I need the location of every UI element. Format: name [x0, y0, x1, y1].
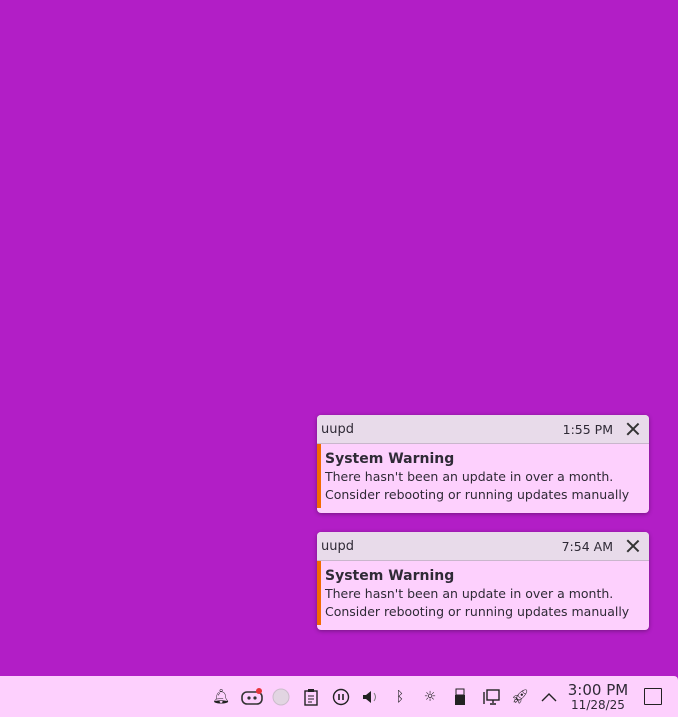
- notification-text: There hasn't been an update in over a mo…: [325, 586, 614, 601]
- notification-text: There hasn't been an update in over a mo…: [325, 469, 614, 484]
- media-pause-icon[interactable]: [332, 688, 350, 706]
- notification-title: System Warning: [325, 451, 455, 467]
- rocket-icon[interactable]: 🚀︎: [511, 688, 529, 706]
- notification-header: uupd 7:54 AM: [317, 532, 649, 561]
- notification[interactable]: uupd 7:54 AM System Warning There hasn't…: [317, 532, 649, 630]
- notification-app: uupd: [321, 421, 354, 437]
- clock-date: 11/28/25: [571, 698, 625, 712]
- taskbar: 🔔︎ ᛒ ☼ 🚀︎ 3:00 PM 11/28/25: [0, 676, 678, 717]
- volume-icon[interactable]: [361, 688, 379, 706]
- brightness-icon[interactable]: ☼: [421, 688, 439, 706]
- urgency-bar: [317, 561, 321, 625]
- notification-time: 1:55 PM: [562, 421, 613, 437]
- notification-time: 7:54 AM: [561, 538, 613, 554]
- notification-title: System Warning: [325, 568, 455, 584]
- usb-drive-icon[interactable]: [451, 688, 469, 706]
- discord-icon[interactable]: [241, 688, 263, 706]
- show-desktop-button[interactable]: [644, 688, 662, 705]
- bluetooth-icon[interactable]: ᛒ: [391, 688, 409, 706]
- close-icon[interactable]: [625, 538, 641, 554]
- urgency-bar: [317, 444, 321, 508]
- notification-header: uupd 1:55 PM: [317, 415, 649, 444]
- steam-icon[interactable]: [272, 688, 290, 706]
- expand-tray-icon[interactable]: [540, 688, 558, 706]
- clock-time: 3:00 PM: [567, 681, 629, 699]
- close-icon[interactable]: [625, 421, 641, 437]
- notifications-icon[interactable]: 🔔︎: [212, 688, 230, 706]
- network-wired-icon[interactable]: [482, 688, 500, 706]
- clipboard-icon[interactable]: [302, 688, 320, 706]
- clock[interactable]: 3:00 PM 11/28/25: [563, 682, 633, 712]
- notification-text: Consider rebooting or running updates ma…: [325, 604, 630, 619]
- notification-text: Consider rebooting or running updates ma…: [325, 487, 630, 502]
- notification-app: uupd: [321, 538, 354, 554]
- notification[interactable]: uupd 1:55 PM System Warning There hasn't…: [317, 415, 649, 513]
